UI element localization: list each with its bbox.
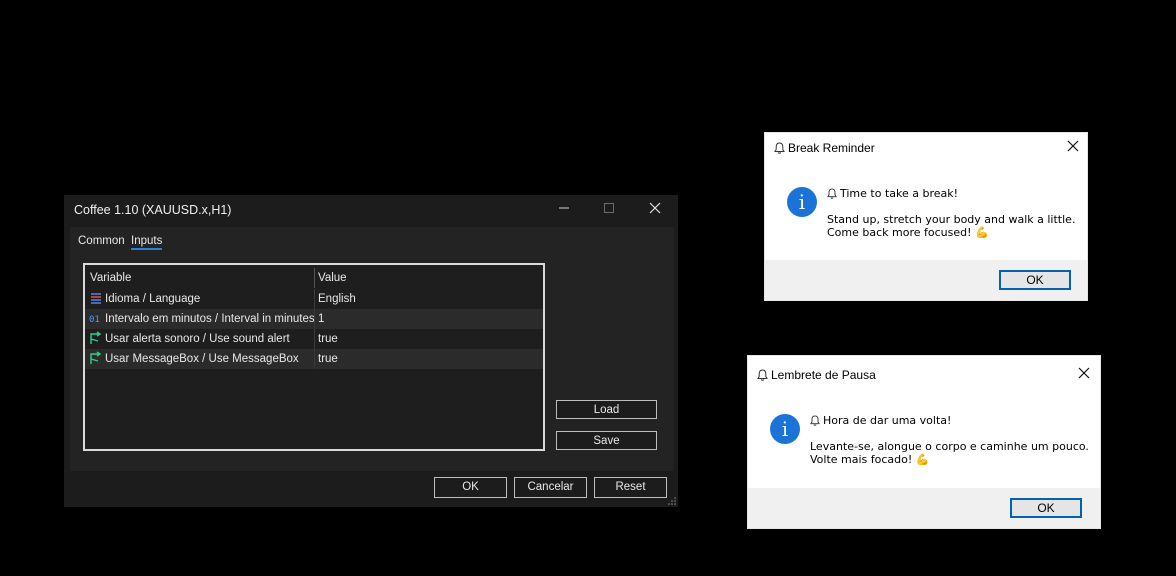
info-icon: i — [770, 414, 800, 444]
ok-button[interactable]: OK — [434, 477, 507, 498]
maximize-icon — [604, 203, 614, 213]
integer-icon: 01 — [89, 315, 100, 325]
close-icon — [649, 202, 661, 214]
ok-button[interactable]: OK — [1010, 498, 1082, 518]
variable-name: Intervalo em minutos / Interval in minut… — [105, 313, 315, 325]
reset-button[interactable]: Reset — [594, 477, 667, 498]
variable-cell: Usar alerta sonoro / Use sound alert — [89, 329, 311, 349]
value-cell[interactable]: true — [314, 349, 543, 369]
table-row[interactable]: Usar alerta sonoro / Use sound alert tru… — [85, 329, 543, 349]
close-icon — [1067, 140, 1079, 152]
load-button[interactable]: Load — [556, 400, 657, 419]
variable-name: Idioma / Language — [105, 293, 201, 305]
message-headline: Time to take a break! — [827, 187, 958, 200]
pause-reminder-dialog: Lembrete de Pausa i Hora de dar uma volt… — [747, 355, 1101, 529]
bell-icon — [827, 188, 837, 199]
close-button[interactable] — [1074, 364, 1094, 384]
message-line-1: Stand up, stretch your body and walk a l… — [827, 213, 1076, 226]
variable-cell: Usar MessageBox / Use MessageBox — [89, 349, 311, 369]
variable-name: Usar MessageBox / Use MessageBox — [105, 353, 299, 365]
dialog-title-text: Break Reminder — [788, 141, 875, 155]
bell-icon — [810, 415, 820, 426]
close-button[interactable] — [635, 199, 675, 223]
dialog-body: Common Inputs Variable Value Idioma / La… — [70, 227, 674, 471]
dialog-title: Break Reminder — [774, 141, 875, 155]
dialog-titlebar[interactable]: Coffee 1.10 (XAUUSD.x,H1) — [64, 195, 678, 225]
break-reminder-dialog: Break Reminder i Time to take a break! S… — [764, 132, 1088, 301]
properties-dialog: Coffee 1.10 (XAUUSD.x,H1) Common Inputs … — [64, 195, 678, 507]
dialog-footer: OK — [748, 488, 1100, 528]
column-header-variable[interactable]: Variable — [90, 268, 312, 288]
maximize-button[interactable] — [589, 199, 629, 223]
dialog-title: Coffee 1.10 (XAUUSD.x,H1) — [74, 203, 232, 217]
svg-text:01: 01 — [89, 315, 100, 325]
variable-cell: 01 Intervalo em minutos / Interval in mi… — [89, 309, 315, 329]
variable-name: Usar alerta sonoro / Use sound alert — [105, 333, 290, 345]
dialog-title: Lembrete de Pausa — [757, 368, 876, 382]
close-button[interactable] — [1063, 137, 1083, 157]
bell-icon — [757, 369, 768, 381]
save-button[interactable]: Save — [556, 431, 657, 450]
boolean-arrow-icon — [90, 351, 102, 364]
grid-header: Variable Value — [85, 268, 543, 288]
dialog-footer: OK — [765, 260, 1087, 300]
headline-text: Hora de dar uma volta! — [823, 414, 952, 427]
column-header-value[interactable]: Value — [314, 268, 543, 288]
message-line-1: Levante-se, alongue o corpo e caminhe um… — [810, 440, 1089, 453]
table-row[interactable]: Usar MessageBox / Use MessageBox true — [85, 349, 543, 369]
message-line-2: Volte mais focado! 💪 — [810, 453, 930, 466]
minimize-button[interactable] — [544, 199, 584, 223]
headline-text: Time to take a break! — [840, 187, 959, 200]
tab-inputs[interactable]: Inputs — [131, 235, 163, 250]
dialog-title-text: Lembrete de Pausa — [771, 368, 876, 382]
value-cell[interactable]: English — [314, 289, 543, 309]
boolean-arrow-icon — [90, 331, 102, 344]
message-headline: Hora de dar uma volta! — [810, 414, 951, 427]
value-cell[interactable]: true — [314, 329, 543, 349]
table-row[interactable]: Idioma / Language English — [85, 289, 543, 309]
tab-common[interactable]: Common — [78, 235, 125, 247]
list-icon — [91, 293, 101, 304]
resize-grip-icon[interactable] — [668, 497, 676, 505]
close-icon — [1078, 367, 1090, 379]
cancel-button[interactable]: Cancelar — [514, 477, 587, 498]
bell-icon — [774, 142, 785, 154]
message-line-2: Come back more focused! 💪 — [827, 226, 989, 239]
variable-cell: Idioma / Language — [89, 289, 311, 309]
value-cell[interactable]: 1 — [314, 309, 543, 329]
minimize-icon — [559, 207, 569, 209]
table-row[interactable]: 01 Intervalo em minutos / Interval in mi… — [85, 309, 543, 329]
info-icon: i — [787, 187, 817, 217]
inputs-grid: Variable Value Idioma / Language English — [83, 263, 545, 451]
ok-button[interactable]: OK — [999, 270, 1071, 290]
